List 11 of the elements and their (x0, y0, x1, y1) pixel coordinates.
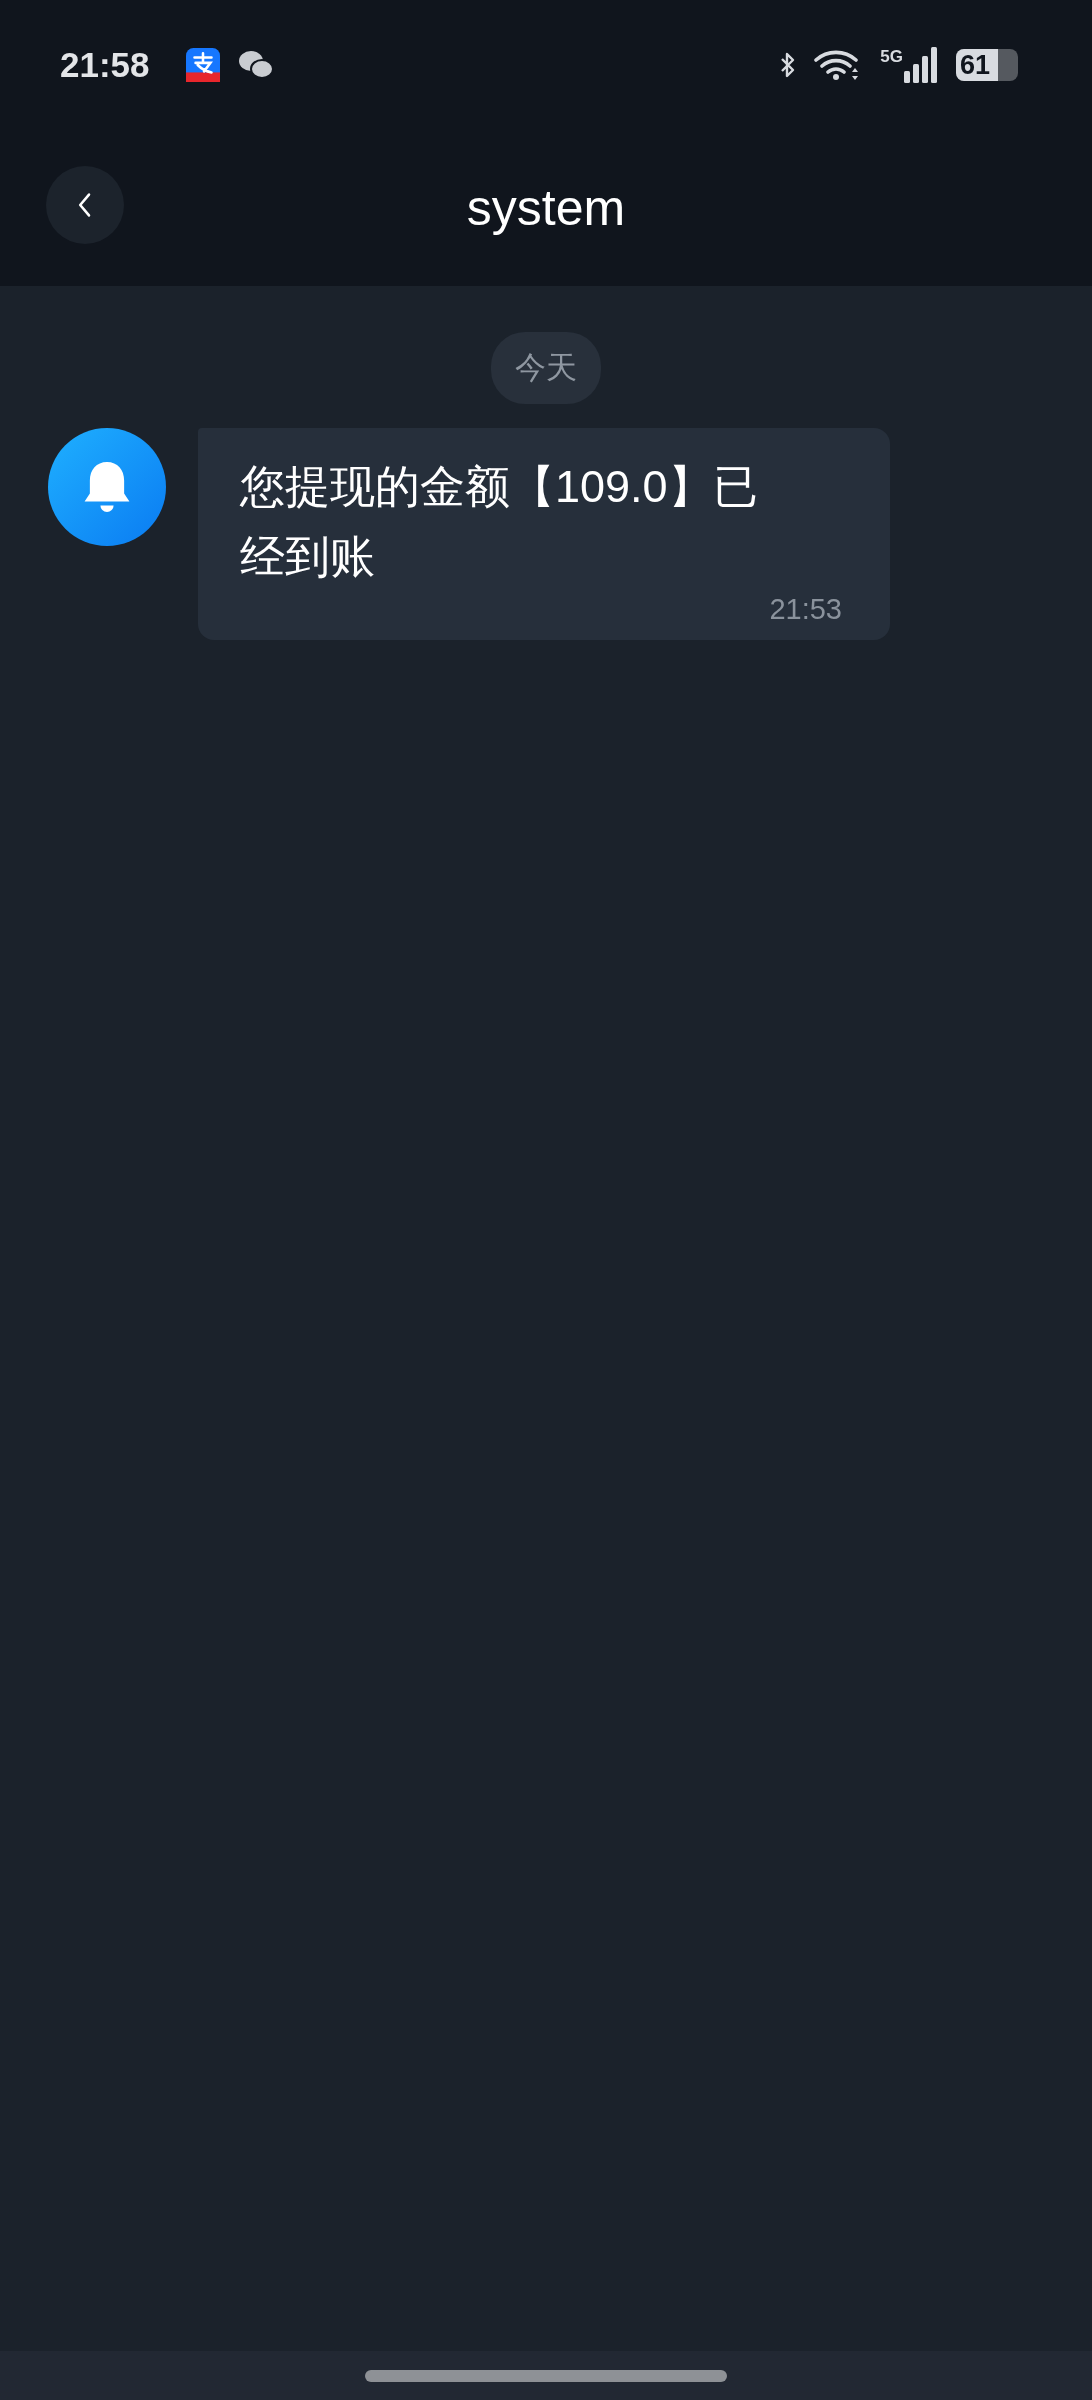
message-text: 您提现的金额【109.0】已经到账 (240, 460, 759, 584)
status-time: 21:58 (60, 45, 150, 85)
signal-icon (904, 47, 938, 83)
date-divider: 今天 (491, 332, 601, 404)
home-indicator[interactable] (365, 2369, 727, 2382)
battery-level: 61 (960, 49, 991, 81)
page-title: system (466, 179, 626, 237)
network-type: 5G (880, 47, 903, 67)
bluetooth-icon (780, 50, 797, 80)
payment-app-icon (185, 48, 220, 82)
message-time: 21:53 (769, 592, 842, 626)
